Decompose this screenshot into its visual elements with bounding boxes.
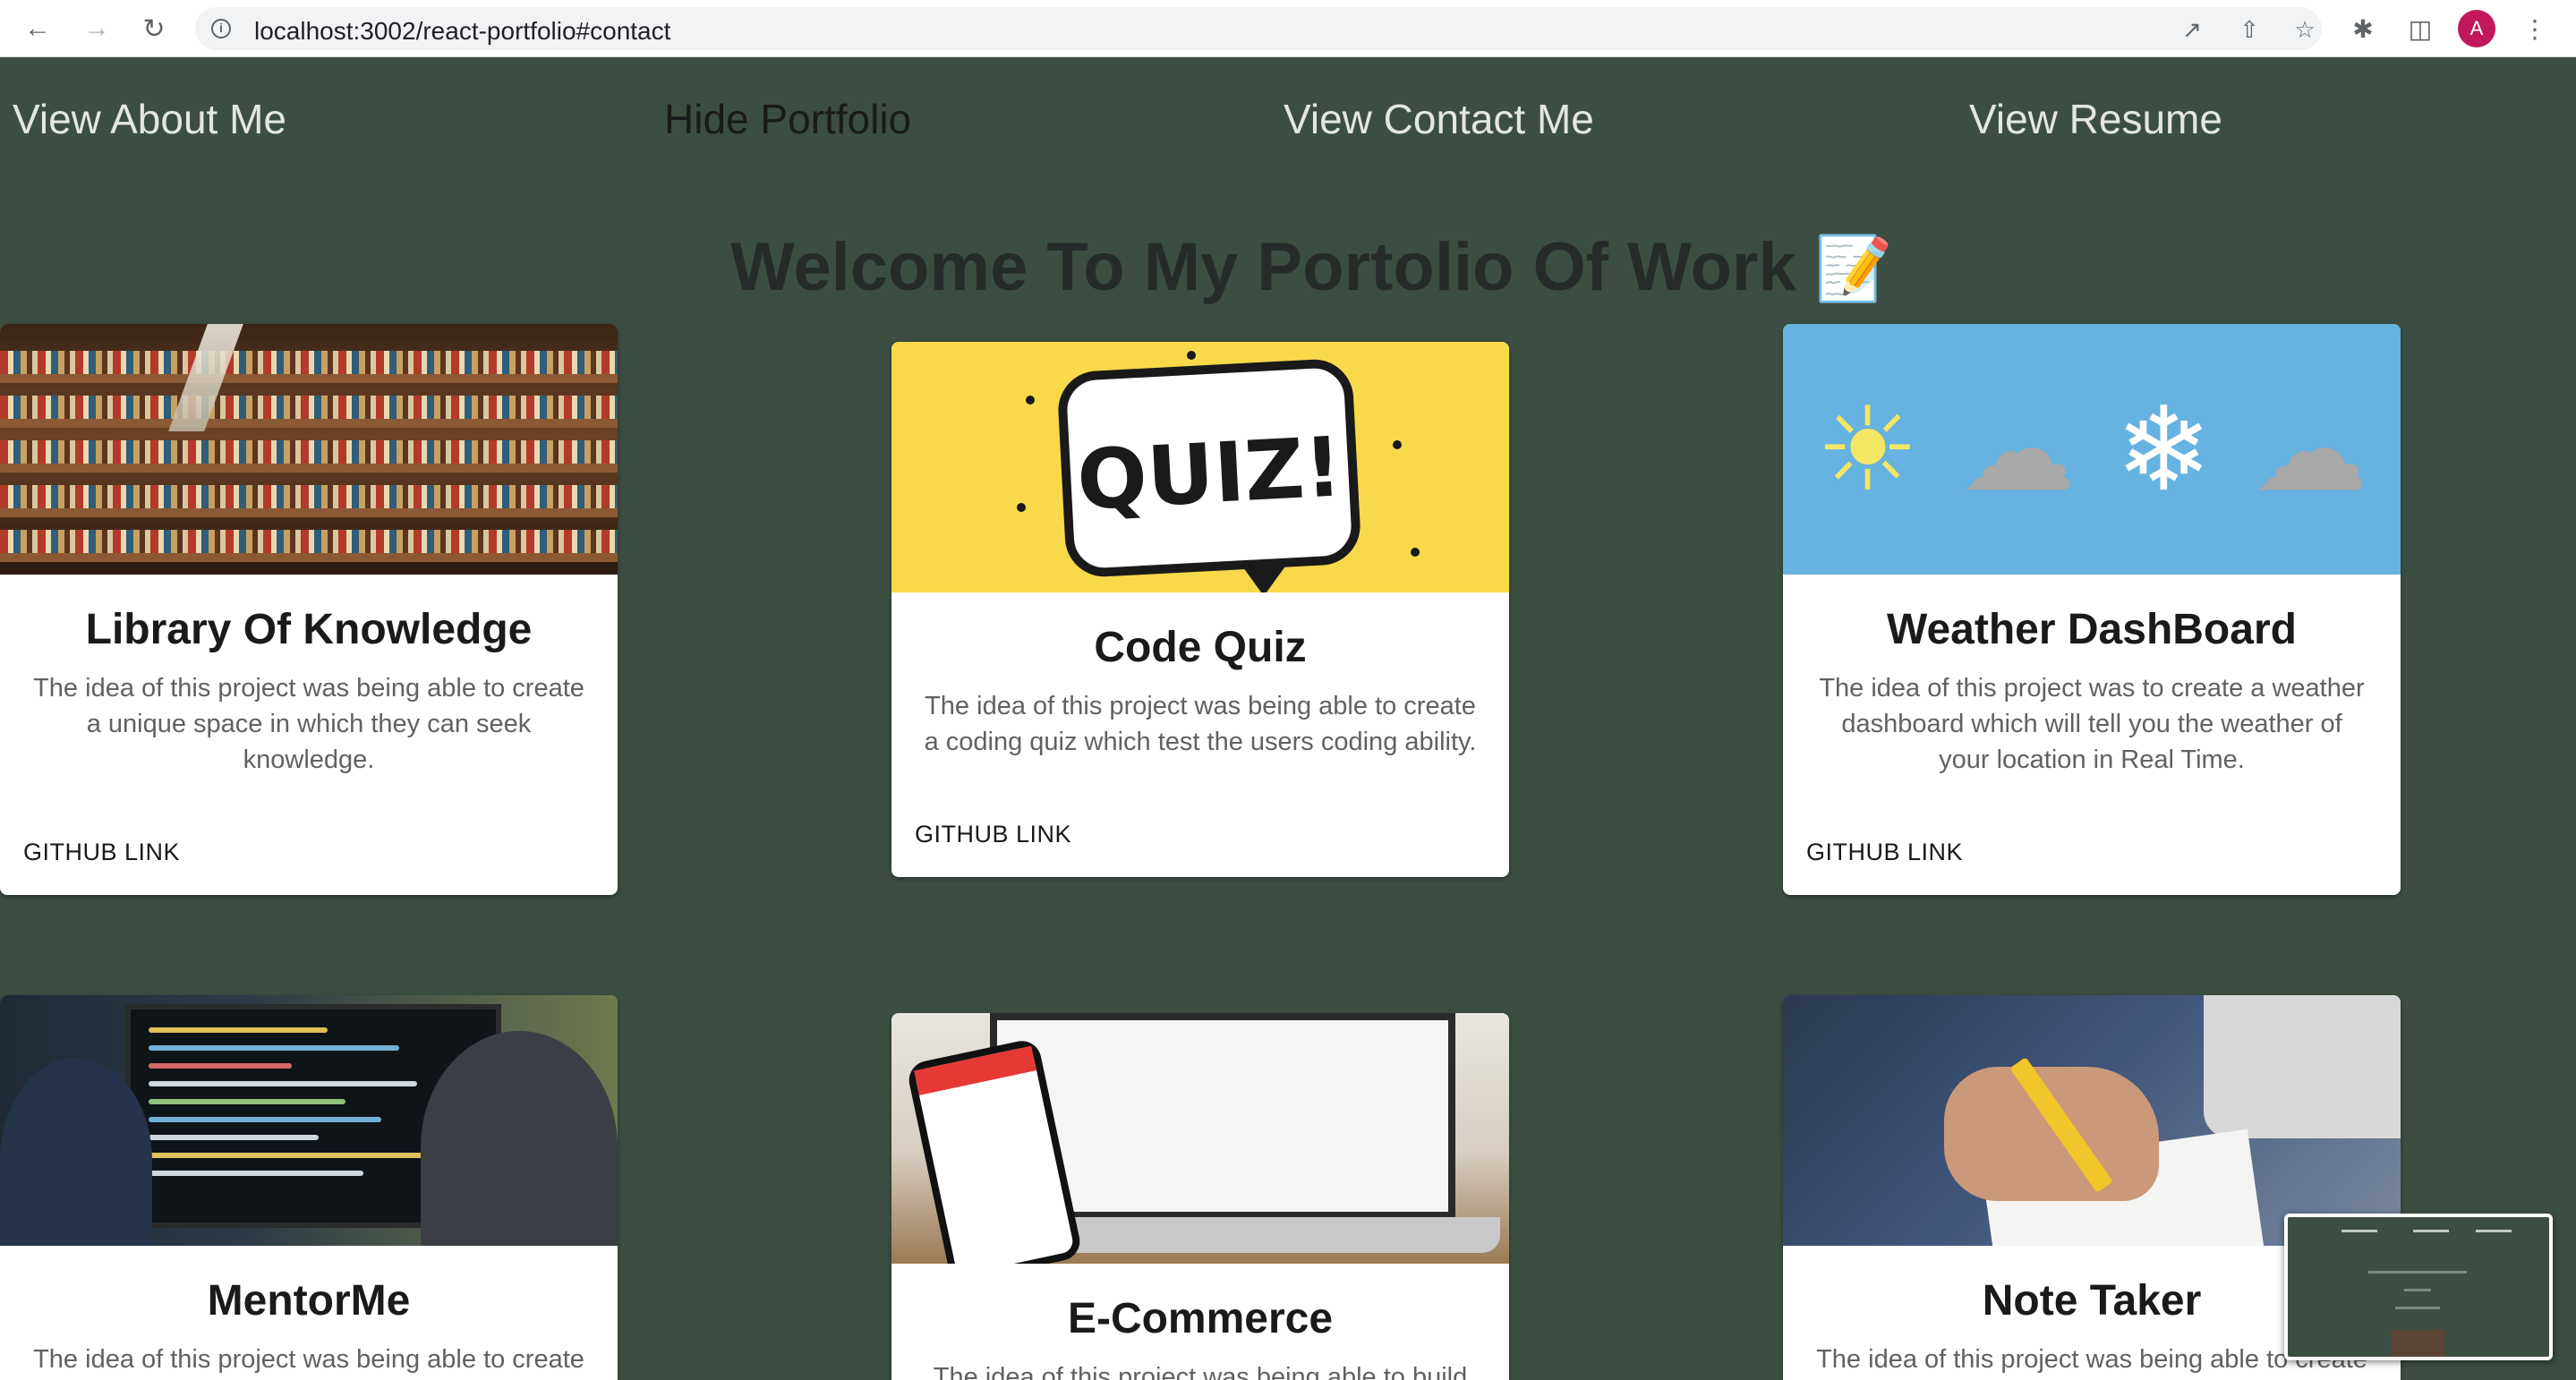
card-description: The idea of this project was being able … [924, 692, 1477, 756]
side-panel-icon[interactable]: ◫ [2401, 9, 2440, 48]
page-title: Welcome To My Portolio Of Work 📝 [730, 228, 1893, 306]
github-link[interactable]: GITHUB LINK [1806, 839, 1963, 866]
project-card-ecommerce: E-Commerce The idea of this project was … [891, 1013, 1509, 1380]
share-icon[interactable]: ⇧ [2234, 14, 2265, 45]
url-text[interactable]: localhost:3002/react-portfolio#contact [254, 17, 670, 46]
browser-toolbar: ← → ↻ i localhost:3002/react-portfolio#c… [0, 0, 2576, 57]
card-description: The idea of this project was being able … [933, 1363, 1468, 1380]
nav-portfolio[interactable]: Hide Portfolio [664, 95, 911, 143]
card-title: Library Of Knowledge [85, 606, 533, 653]
site-nav: View About Me Hide Portfolio View Contac… [0, 57, 2576, 183]
snowflake-icon: ❄ [2114, 381, 2213, 517]
storm-cloud-icon: ☁ [2251, 381, 2368, 517]
forward-icon[interactable]: → [75, 7, 118, 50]
project-card-mentorme: MentorMe The idea of this project was be… [0, 995, 618, 1380]
avatar[interactable]: A [2458, 10, 2495, 47]
nav-resume[interactable]: View Resume [1969, 95, 2222, 143]
open-in-new-icon[interactable]: ↗ [2177, 14, 2207, 45]
star-icon[interactable]: ☆ [2290, 14, 2320, 45]
project-card-weather: ☀ ☁ ❄ ☁ Weather DashBoard The idea of th… [1783, 324, 2401, 895]
nav-contact-me[interactable]: View Contact Me [1284, 95, 1594, 143]
github-link[interactable]: GITHUB LINK [915, 821, 1071, 848]
card-title: E-Commerce [1067, 1295, 1334, 1342]
library-image [0, 324, 618, 575]
card-title: MentorMe [207, 1277, 411, 1325]
mentorme-image [0, 995, 618, 1246]
memo-icon: 📝 [1814, 234, 1894, 303]
extensions-icon[interactable]: ✱ [2343, 9, 2383, 48]
note-taker-image [1783, 995, 2401, 1246]
more-icon[interactable]: ⋮ [2515, 9, 2555, 48]
project-card-code-quiz: QUIZ! Code Quiz The idea of this project… [891, 342, 1509, 877]
card-description: The idea of this project was to create a… [1819, 674, 2365, 774]
sun-icon: ☀ [1815, 381, 1920, 517]
card-title: Code Quiz [1094, 624, 1307, 671]
nav-about-me[interactable]: View About Me [13, 95, 286, 143]
github-link[interactable]: GITHUB LINK [23, 839, 180, 866]
info-icon[interactable]: i [211, 19, 231, 38]
card-title: Weather DashBoard [1887, 606, 2297, 653]
weather-image: ☀ ☁ ❄ ☁ [1783, 324, 2401, 575]
card-description: The idea of this project was being able … [33, 674, 584, 774]
address-bar[interactable]: i localhost:3002/react-portfolio#contact… [195, 7, 2322, 50]
back-icon[interactable]: ← [16, 7, 59, 50]
quiz-image-text: QUIZ! [1074, 419, 1344, 529]
page-title-text: Welcome To My Portolio Of Work [730, 229, 1796, 305]
screen-share-preview[interactable] [2284, 1214, 2553, 1360]
reload-icon[interactable]: ↻ [132, 7, 175, 50]
quiz-image: QUIZ! [891, 342, 1509, 592]
card-description: The idea of this project was being able … [33, 1345, 584, 1374]
project-card-library: Library Of Knowledge The idea of this pr… [0, 324, 618, 895]
ecommerce-image [891, 1013, 1509, 1264]
rain-cloud-icon: ☁ [1958, 381, 2076, 517]
